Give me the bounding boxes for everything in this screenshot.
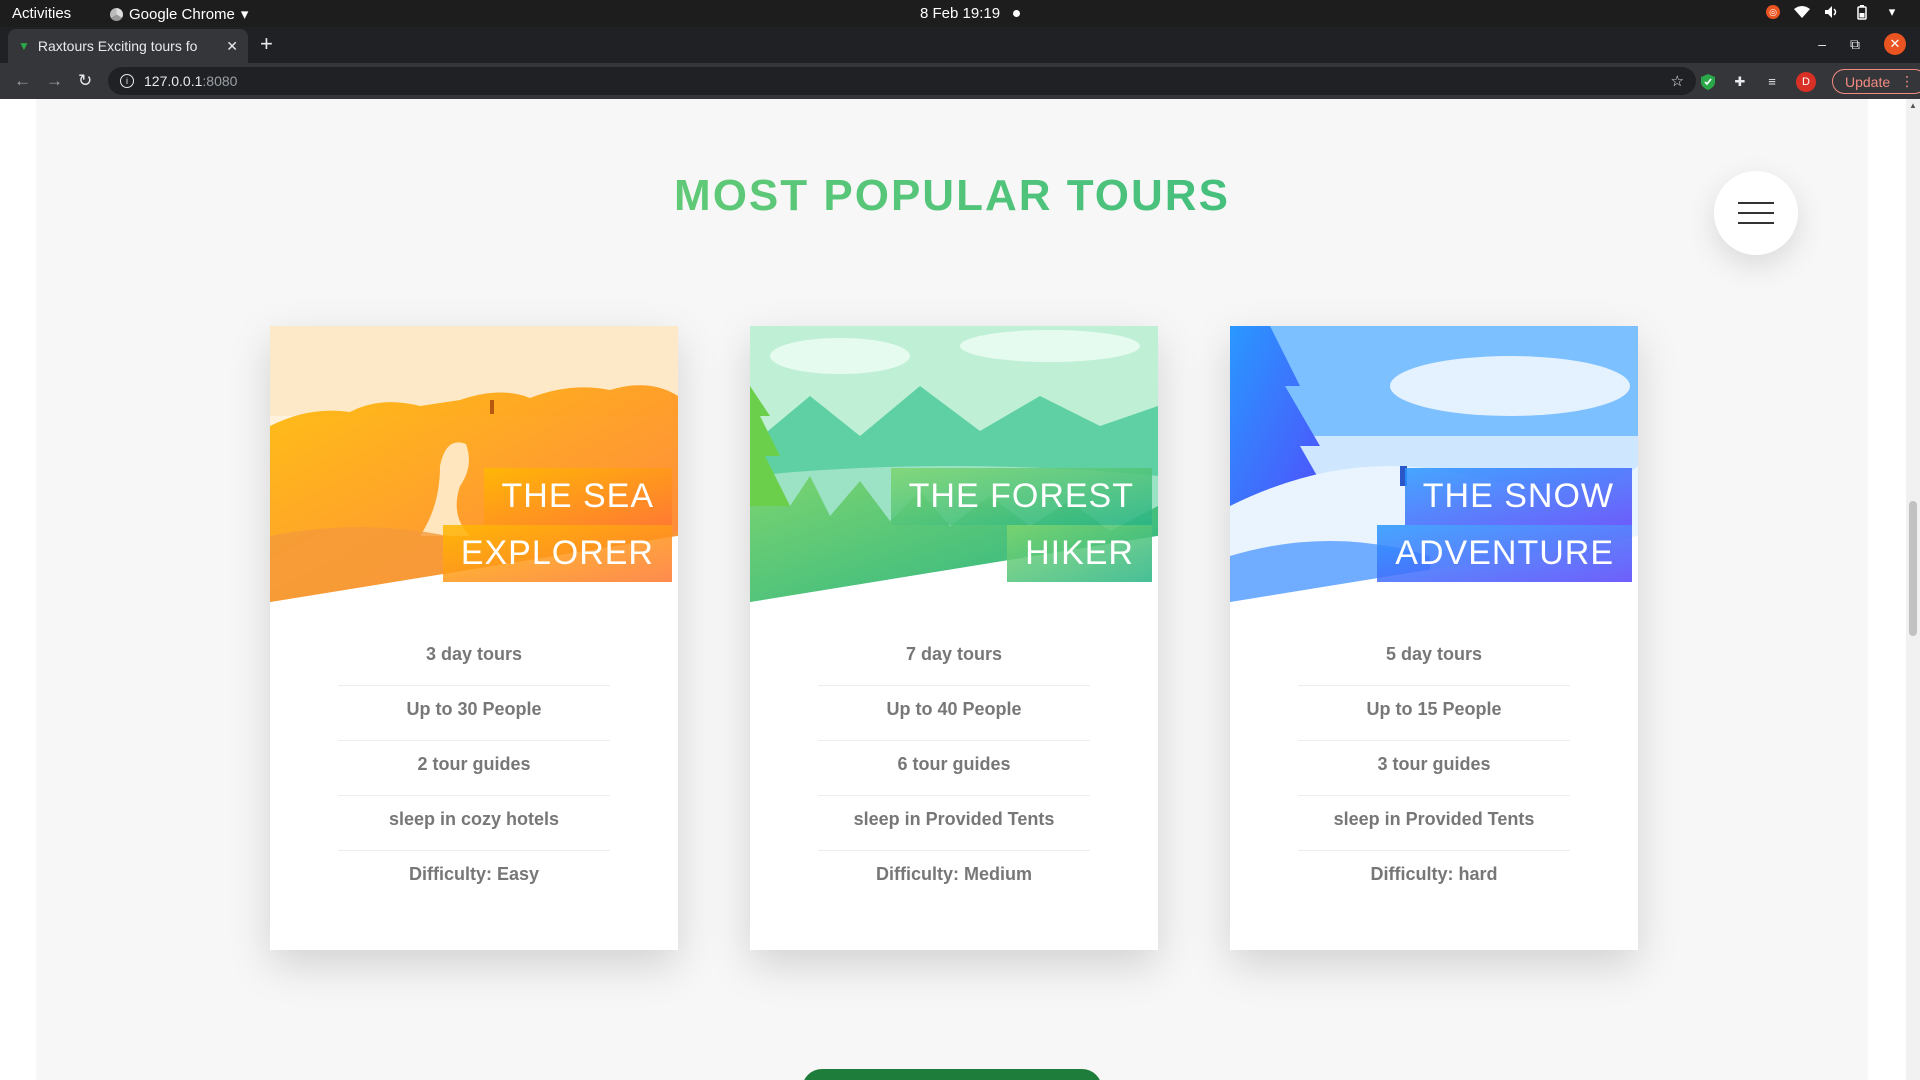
volume-icon[interactable]: [1824, 4, 1840, 20]
address-bar[interactable]: i 127.0.0.1:8080 ☆: [108, 67, 1696, 95]
hamburger-line-icon: [1738, 222, 1774, 224]
caret-down-icon: ▾: [240, 6, 249, 23]
tour-detail: Difficulty: Medium: [876, 864, 1032, 884]
tour-card-heading-line: THE FOREST: [890, 468, 1152, 525]
close-window-icon[interactable]: ✕: [1884, 33, 1906, 55]
toolbar-actions: ✚ ≡ D Update ⋮: [1700, 69, 1920, 94]
shield-extension-icon[interactable]: [1700, 73, 1716, 90]
tour-card-heading-line: HIKER: [1007, 525, 1152, 582]
tour-detail: sleep in cozy hotels: [338, 796, 610, 851]
battery-icon[interactable]: [1854, 4, 1870, 20]
tour-card-heading: THE SNOW ADVENTURE: [1377, 468, 1632, 582]
tour-card-sea[interactable]: THE SEA EXPLORER 3 day tours Up to 30 Pe…: [270, 326, 678, 950]
browser-toolbar: ← → ↻ i 127.0.0.1:8080 ☆ ✚ ≡ D Update ⋮: [0, 63, 1920, 99]
chevron-down-icon[interactable]: ▾: [1884, 4, 1900, 20]
tour-detail: 3 day tours: [338, 631, 610, 686]
tour-detail: 7 day tours: [818, 631, 1090, 686]
clock[interactable]: 8 Feb 19:19: [920, 5, 1000, 22]
tab-title: Raxtours Exciting tours fo: [37, 38, 198, 54]
tour-detail: sleep in Provided Tents: [1298, 796, 1570, 851]
discover-tours-button[interactable]: [802, 1069, 1102, 1080]
restore-icon[interactable]: ⧉: [1850, 36, 1860, 53]
back-icon[interactable]: ←: [14, 71, 31, 91]
tour-detail: Difficulty: Easy: [408, 864, 540, 884]
wifi-icon[interactable]: [1794, 4, 1810, 20]
tour-card-heading: THE SEA EXPLORER: [442, 468, 672, 582]
more-menu-icon[interactable]: ⋮: [1900, 73, 1914, 90]
bookmark-star-icon[interactable]: ☆: [1671, 72, 1684, 90]
url-port: :8080: [202, 73, 238, 89]
activities-button[interactable]: Activities: [12, 5, 71, 22]
tour-detail: Difficulty: hard: [1370, 864, 1498, 884]
minimize-icon[interactable]: –: [1818, 36, 1826, 52]
hamburger-line-icon: [1738, 212, 1774, 214]
os-top-bar: Activities Google Chrome ▾ 8 Feb 19:19 ◎…: [0, 0, 1920, 27]
update-label: Update: [1845, 73, 1891, 90]
tour-card-heading: THE FOREST HIKER: [890, 468, 1152, 582]
tour-detail: 6 tour guides: [818, 741, 1090, 796]
tour-card-details: 3 day tours Up to 30 People 2 tour guide…: [338, 631, 610, 906]
tour-detail: Up to 40 People: [818, 686, 1090, 741]
tour-detail: 5 day tours: [1298, 631, 1570, 686]
tour-detail: 2 tour guides: [338, 741, 610, 796]
app-name: Google Chrome: [129, 5, 235, 23]
tour-card-details: 5 day tours Up to 15 People 3 tour guide…: [1298, 631, 1570, 906]
new-tab-button[interactable]: +: [260, 33, 273, 55]
extensions-puzzle-icon[interactable]: ✚: [1732, 74, 1748, 90]
window-controls: – ⧉ ✕: [1818, 33, 1906, 55]
tour-card-heading-line: EXPLORER: [442, 525, 672, 582]
tour-detail: Up to 30 People: [338, 686, 610, 741]
tour-card-snow[interactable]: THE SNOW ADVENTURE 5 day tours Up to 15 …: [1230, 326, 1638, 950]
navigation-menu-button[interactable]: [1714, 171, 1798, 255]
site-favicon-icon: ▼: [18, 39, 30, 53]
browser-tab[interactable]: ▼ Raxtours Exciting tours fo ✕: [8, 29, 248, 63]
site-info-icon[interactable]: i: [120, 74, 134, 88]
chrome-icon: [110, 7, 123, 21]
tour-card-details: 7 day tours Up to 40 People 6 tour guide…: [818, 631, 1090, 906]
page-scrollbar[interactable]: ▲: [1906, 99, 1920, 1080]
section-heading: MOST POPULAR TOURS: [36, 171, 1868, 221]
tour-detail: 3 tour guides: [1298, 741, 1570, 796]
tour-card-heading-line: ADVENTURE: [1377, 525, 1632, 582]
forward-icon[interactable]: →: [46, 71, 63, 91]
section-tours: MOST POPULAR TOURS THE SEA EXPLORER 3 da…: [36, 99, 1868, 1080]
media-queue-icon[interactable]: ≡: [1764, 74, 1780, 90]
tour-card-heading-line: THE SEA: [483, 468, 672, 525]
close-tab-icon[interactable]: ✕: [226, 38, 238, 55]
page-viewport: MOST POPULAR TOURS THE SEA EXPLORER 3 da…: [0, 99, 1920, 1080]
tour-detail: sleep in Provided Tents: [818, 796, 1090, 851]
scrollbar-thumb[interactable]: [1909, 501, 1917, 636]
url-host: 127.0.0.1: [144, 73, 203, 89]
notification-dot-icon: [1013, 10, 1020, 17]
app-menu[interactable]: Google Chrome ▾: [110, 5, 248, 23]
scroll-up-icon[interactable]: ▲: [1909, 101, 1917, 110]
ubuntu-icon[interactable]: ◎: [1766, 5, 1780, 19]
tour-detail: Up to 15 People: [1298, 686, 1570, 741]
hamburger-line-icon: [1738, 202, 1774, 204]
reload-icon[interactable]: ↻: [78, 71, 92, 91]
tour-card-forest[interactable]: THE FOREST HIKER 7 day tours Up to 40 Pe…: [750, 326, 1158, 950]
update-button[interactable]: Update ⋮: [1832, 69, 1920, 94]
system-tray[interactable]: ◎ ▾: [1766, 4, 1920, 20]
tour-card-heading-line: THE SNOW: [1404, 468, 1632, 525]
tab-strip: ▼ Raxtours Exciting tours fo ✕ + – ⧉ ✕: [0, 27, 1920, 63]
profile-avatar[interactable]: D: [1796, 71, 1816, 92]
